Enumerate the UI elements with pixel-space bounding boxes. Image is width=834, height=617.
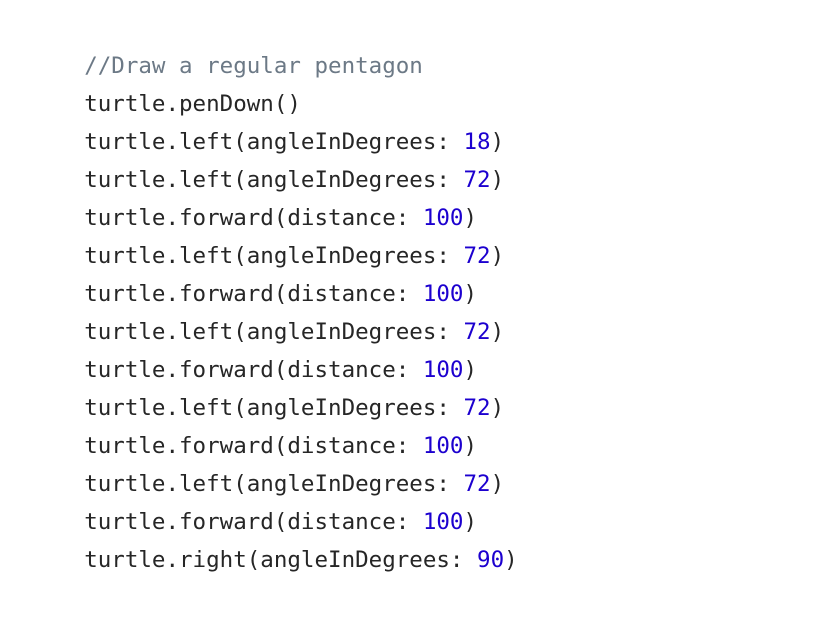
code-text: turtle.forward(distance: <box>84 433 423 459</box>
code-text: ) <box>463 281 478 307</box>
number-literal: 100 <box>422 281 464 307</box>
code-text: turtle.penDown() <box>84 91 301 117</box>
code-text: turtle.left(angleInDegrees: <box>84 395 464 421</box>
number-literal: 72 <box>463 319 491 345</box>
number-literal: 72 <box>463 243 491 269</box>
code-text: ) <box>504 547 518 573</box>
code-text: turtle.right(angleInDegrees: <box>84 547 478 573</box>
number-literal: 18 <box>463 129 491 155</box>
number-literal: 100 <box>422 357 464 383</box>
code-text: turtle.left(angleInDegrees: <box>84 243 464 269</box>
number-literal: 100 <box>422 205 464 231</box>
code-text: turtle.forward(distance: <box>84 281 423 307</box>
code-text: turtle.forward(distance: <box>84 357 423 383</box>
number-literal: 72 <box>463 395 491 421</box>
code-text: ) <box>490 395 505 421</box>
code-text: ) <box>463 509 478 535</box>
code-text: turtle.left(angleInDegrees: <box>84 167 464 193</box>
code-text: ) <box>490 129 505 155</box>
number-literal: 72 <box>463 167 491 193</box>
code-text: ) <box>490 243 505 269</box>
number-literal: 72 <box>463 471 491 497</box>
code-text: turtle.left(angleInDegrees: <box>84 471 464 497</box>
code-line-comment[interactable]: //Draw a regular pentagon <box>30 9 820 79</box>
code-text: turtle.forward(distance: <box>84 205 423 231</box>
code-text: ) <box>490 319 505 345</box>
code-text: turtle.forward(distance: <box>84 509 423 535</box>
code-text: turtle.left(angleInDegrees: <box>84 129 464 155</box>
code-text: ) <box>463 205 478 231</box>
code-editor[interactable]: //Draw a regular pentagon turtle.penDown… <box>30 9 820 573</box>
code-text: ) <box>463 433 478 459</box>
code-text: ) <box>490 471 505 497</box>
code-text: ) <box>490 167 505 193</box>
number-literal: 90 <box>477 547 505 573</box>
code-text: turtle.left(angleInDegrees: <box>84 319 464 345</box>
number-literal: 100 <box>422 509 464 535</box>
code-text: ) <box>463 357 478 383</box>
number-literal: 100 <box>422 433 464 459</box>
code-comment: //Draw a regular pentagon <box>84 53 423 79</box>
